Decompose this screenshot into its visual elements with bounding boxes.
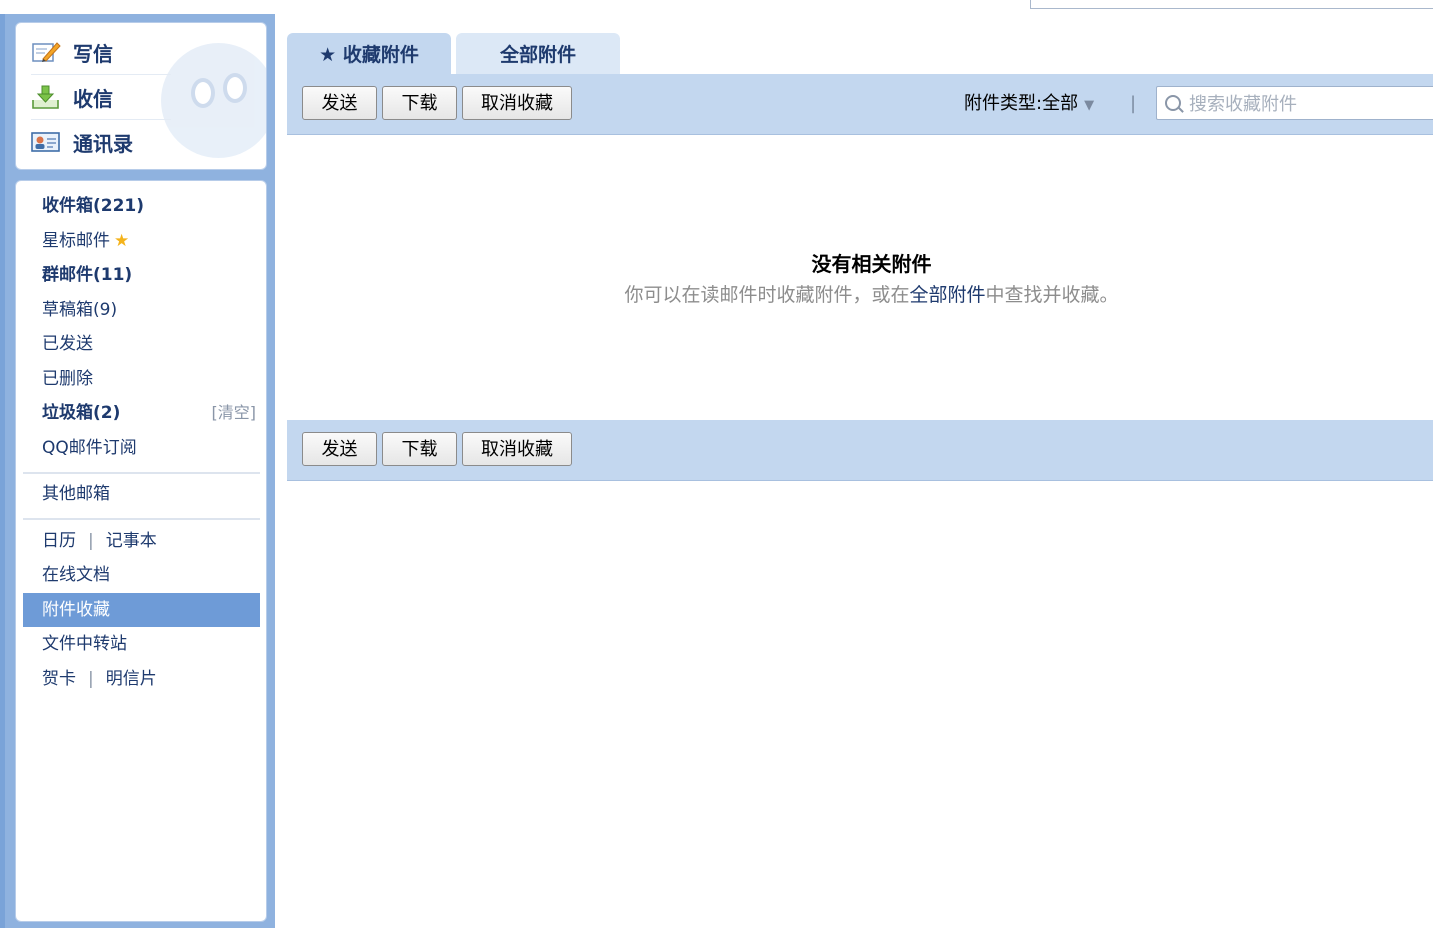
- separator: |: [88, 669, 94, 689]
- inbox-download-icon: [31, 84, 59, 110]
- top-search-stub[interactable]: [1030, 0, 1433, 9]
- online-docs-link[interactable]: 在线文档: [23, 558, 260, 592]
- toolbar-bottom: 发送 下载 取消收藏: [287, 420, 1433, 481]
- filter-value: 全部: [1042, 93, 1079, 114]
- folder-drafts[interactable]: 草稿箱(9): [23, 293, 260, 327]
- folder-inbox[interactable]: 收件箱(221): [23, 189, 260, 223]
- compose-button[interactable]: 写信: [31, 30, 161, 74]
- folder-starred-label: 星标邮件: [42, 231, 110, 251]
- attachment-favorites-label: 附件收藏: [42, 600, 110, 620]
- attachment-favorites-link[interactable]: 附件收藏: [23, 593, 260, 627]
- star-icon: ★: [114, 231, 130, 251]
- clear-spam-link[interactable]: [清空]: [212, 396, 257, 430]
- divider: [23, 472, 260, 474]
- tab-favorite-attachments[interactable]: ★ 收藏附件: [287, 33, 451, 74]
- file-transfer-label: 文件中转站: [42, 634, 127, 654]
- folder-drafts-label: 草稿箱(9): [42, 300, 118, 320]
- tools-row-calendar: 日历 | 记事本: [23, 524, 260, 558]
- divider: [23, 518, 260, 520]
- receive-label: 收信: [73, 86, 113, 111]
- receive-button[interactable]: 收信: [31, 75, 161, 119]
- penguin-watermark: [161, 43, 266, 158]
- folder-inbox-label: 收件箱(221): [42, 196, 145, 216]
- folder-deleted-label: 已删除: [42, 369, 93, 389]
- compose-icon: [31, 39, 61, 65]
- folder-sent-label: 已发送: [42, 334, 93, 354]
- quick-actions-panel: 写信 收信 通讯录: [15, 22, 267, 170]
- search-box: [1156, 86, 1433, 121]
- folder-sent[interactable]: 已发送: [23, 327, 260, 361]
- unfavorite-button[interactable]: 取消收藏: [462, 86, 572, 120]
- filter-label: 附件类型:: [964, 93, 1043, 114]
- folder-spam[interactable]: 垃圾箱(2) [清空]: [23, 396, 260, 430]
- folder-starred[interactable]: 星标邮件 ★: [23, 224, 260, 258]
- empty-desc-suffix: 中查找并收藏。: [985, 284, 1119, 306]
- folder-deleted[interactable]: 已删除: [23, 362, 260, 396]
- folder-list-panel: 收件箱(221) 星标邮件 ★ 群邮件(11) 草稿箱(9) 已发送 已删除 垃圾…: [15, 180, 267, 922]
- empty-state-title: 没有相关附件: [811, 252, 932, 276]
- search-icon: [1165, 95, 1181, 111]
- calendar-link[interactable]: 日历: [42, 531, 76, 551]
- contact-card-icon: [31, 129, 60, 155]
- file-transfer-link[interactable]: 文件中转站: [23, 627, 260, 661]
- compose-label: 写信: [73, 41, 113, 66]
- tab-all-attachments[interactable]: 全部附件: [456, 33, 620, 74]
- folder-other-mailboxes[interactable]: 其他邮箱: [23, 477, 260, 511]
- toolbar-top: 发送 下载 取消收藏 附件类型:全部 ▼ |: [287, 74, 1433, 135]
- left-sidebar: 写信 收信 通讯录 收件箱(221) 星标邮件 ★ 群邮件(11) 草稿箱(9)…: [5, 14, 275, 928]
- top-strip: [0, 0, 1433, 14]
- all-attachments-link[interactable]: 全部附件: [909, 284, 985, 306]
- contacts-button[interactable]: 通讯录: [31, 120, 161, 164]
- greeting-cards-link[interactable]: 贺卡: [42, 669, 76, 689]
- search-input[interactable]: [1187, 87, 1433, 121]
- unfavorite-button[interactable]: 取消收藏: [462, 432, 572, 466]
- download-button[interactable]: 下载: [382, 86, 457, 120]
- main-content: ★ 收藏附件 全部附件 发送 下载 取消收藏 附件类型:全部 ▼ | 没有相关附件…: [275, 14, 1433, 928]
- folder-group-label: 群邮件(11): [42, 265, 133, 285]
- postcards-link[interactable]: 明信片: [106, 669, 157, 689]
- dropdown-arrow-icon: ▼: [1084, 98, 1095, 113]
- send-button[interactable]: 发送: [302, 86, 377, 120]
- folder-subscriptions-label: QQ邮件订阅: [42, 438, 137, 458]
- online-docs-label: 在线文档: [42, 565, 110, 585]
- folder-spam-label: 垃圾箱(2): [42, 403, 121, 423]
- attachment-type-filter[interactable]: 附件类型:全部 ▼: [964, 74, 1094, 134]
- empty-desc-prefix: 你可以在读邮件时收藏附件，或在: [624, 284, 910, 306]
- tools-row-cards: 贺卡 | 明信片: [23, 662, 260, 696]
- folder-group-mail[interactable]: 群邮件(11): [23, 258, 260, 292]
- contacts-label: 通讯录: [73, 131, 133, 156]
- empty-state-description: 你可以在读邮件时收藏附件，或在全部附件中查找并收藏。: [275, 280, 1433, 307]
- download-button[interactable]: 下载: [382, 432, 457, 466]
- separator: |: [1130, 93, 1137, 114]
- folder-other-label: 其他邮箱: [42, 484, 110, 504]
- separator: |: [88, 531, 94, 551]
- folder-subscriptions[interactable]: QQ邮件订阅: [23, 431, 260, 465]
- send-button[interactable]: 发送: [302, 432, 377, 466]
- notepad-link[interactable]: 记事本: [106, 531, 157, 551]
